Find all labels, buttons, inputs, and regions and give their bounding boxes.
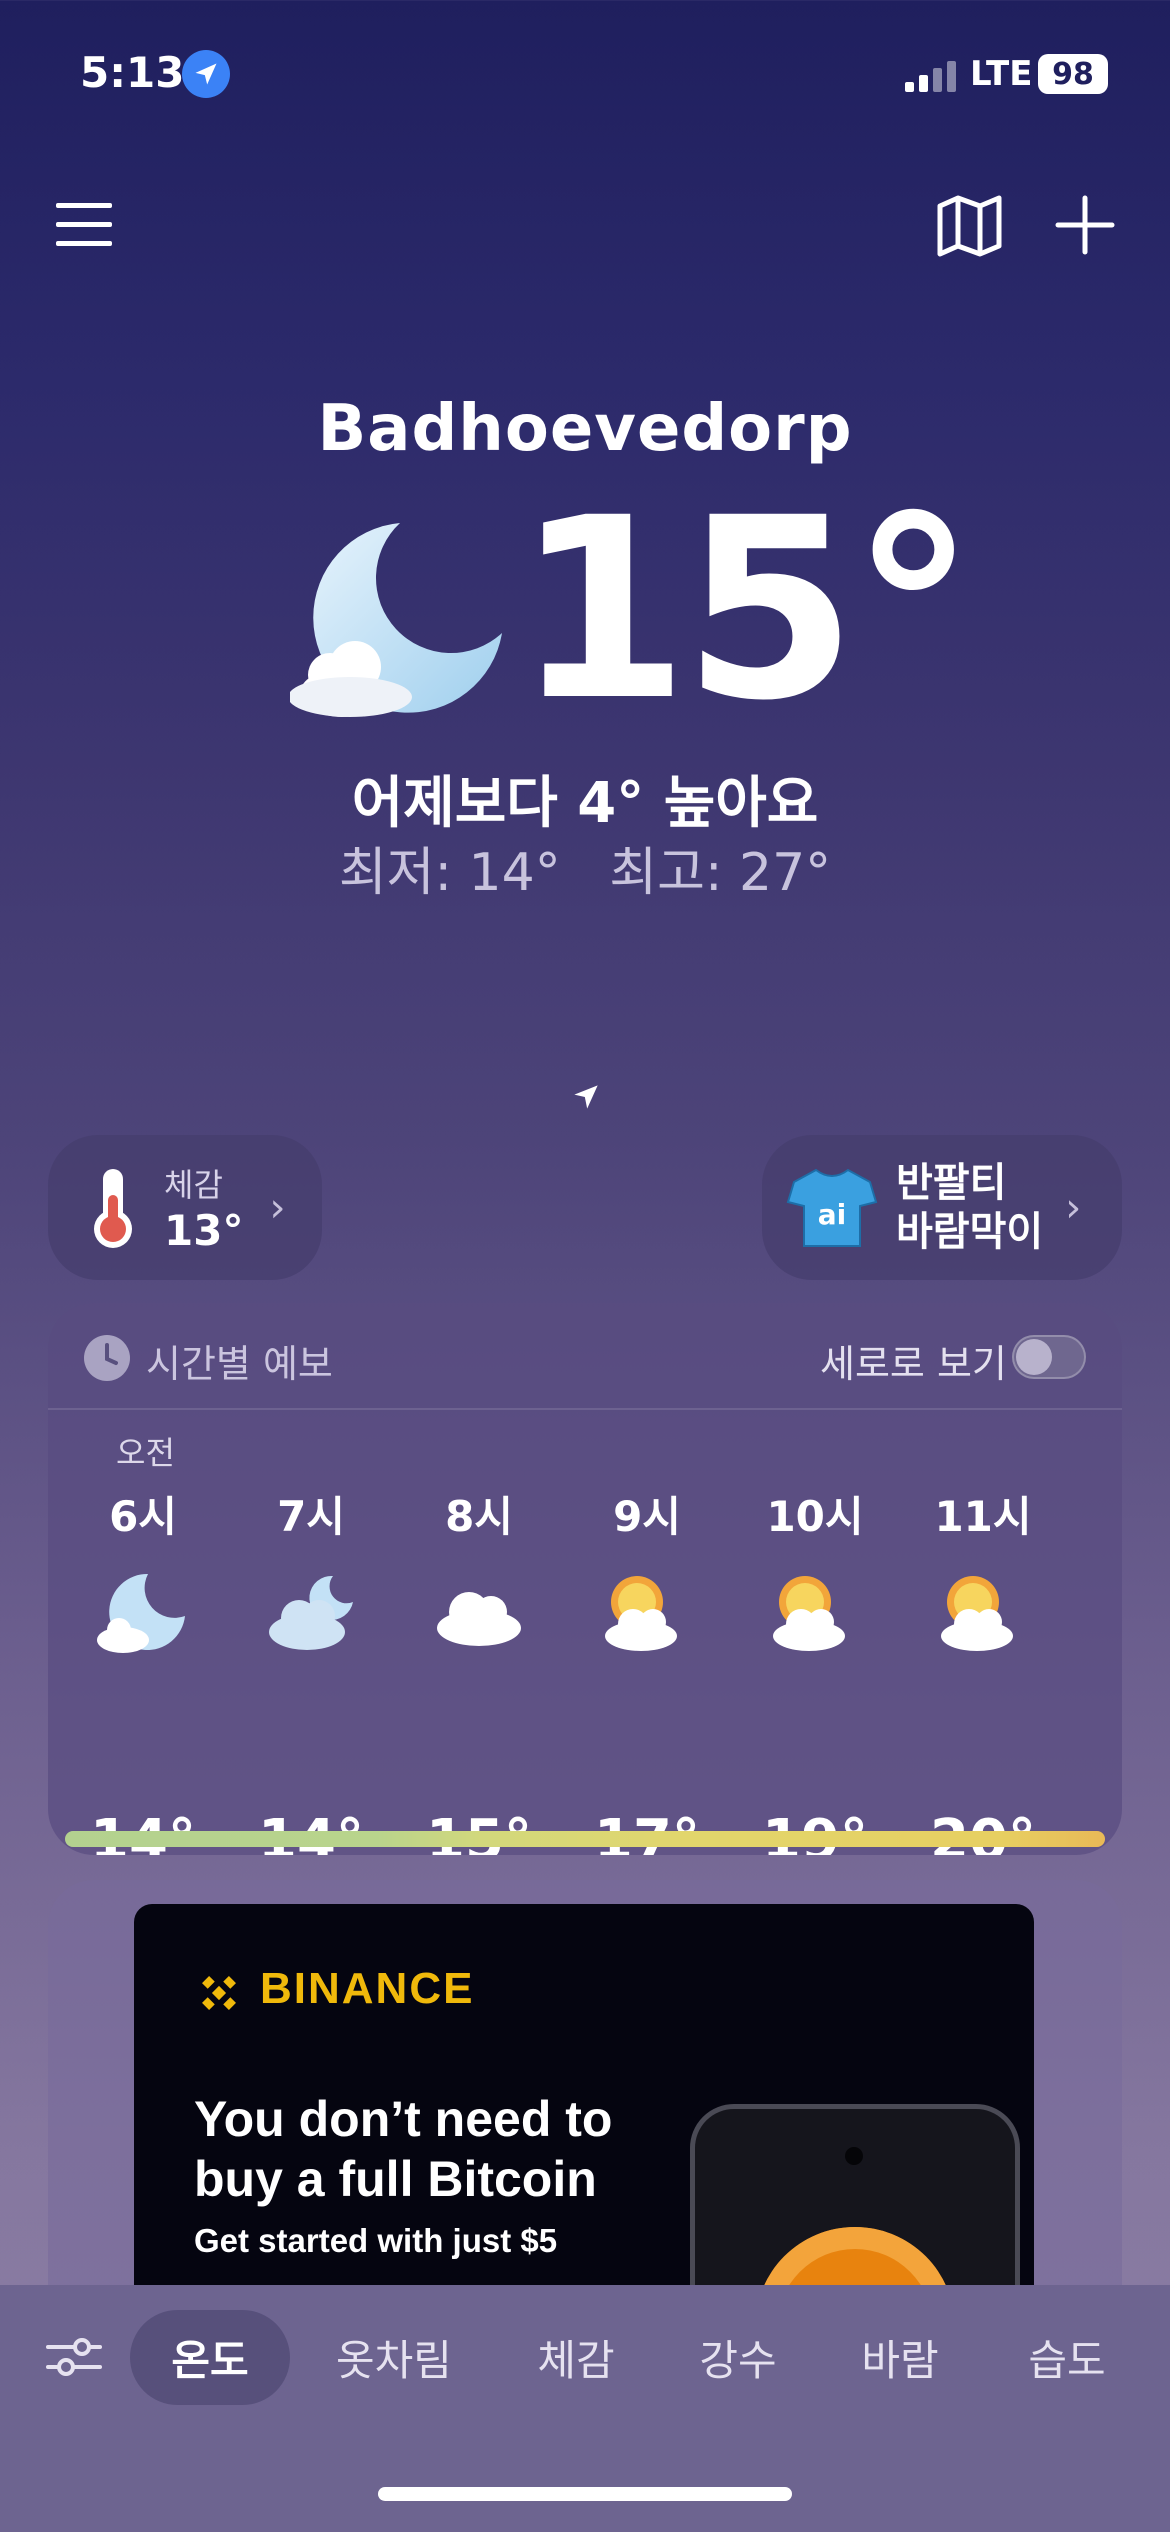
high-temperature: 최고: 27° (609, 843, 832, 903)
sun-cloud-icon (941, 1576, 1013, 1651)
feels-like-label: 체감 (164, 1166, 223, 1204)
map-button[interactable] (935, 190, 1005, 260)
location-arrow-icon (574, 1085, 598, 1109)
tshirt-icon: ai (786, 1168, 878, 1247)
tab-humidity[interactable]: 습도 (982, 2310, 1152, 2405)
yesterday-comparison: 어제보다 4° 높아요 (351, 771, 819, 836)
outfit-recommendation-chip[interactable]: ai 반팔티 바람막이 › (762, 1135, 1122, 1280)
outfit-line2: 바람막이 (896, 1208, 1044, 1255)
hour-label: 7시 (277, 1492, 345, 1541)
temperature-gradient-bar (65, 1831, 1105, 1847)
sun-cloud-icon (605, 1576, 677, 1651)
filter-settings-button[interactable] (42, 2325, 106, 2389)
hourly-forecast-card: 시간별 예보 세로로 보기 오전 6시14°7시14°8시15°9시17°10시… (48, 1303, 1122, 1855)
network-type: LTE (970, 54, 1033, 94)
battery-indicator: 98 (1038, 54, 1108, 94)
ad-headline-line1: You don’t need to (194, 2091, 613, 2147)
hour-label: 10시 (766, 1492, 864, 1541)
hourly-list[interactable]: 6시14°7시14°8시15°9시17°10시19°11시20° (48, 1303, 1122, 1855)
hour-label: 9시 (613, 1492, 681, 1541)
hour-item[interactable]: 8시15° (394, 1483, 564, 1855)
hamburger-icon (56, 203, 112, 246)
plus-icon (1055, 195, 1115, 255)
hour-label: 8시 (445, 1492, 513, 1541)
outfit-ai-badge: ai (818, 1198, 847, 1231)
tab-precipitation[interactable]: 강수 (658, 2310, 818, 2405)
tab-feels-like[interactable]: 체감 (491, 2310, 661, 2405)
current-temperature: 15° (515, 464, 976, 755)
cloud-icon (437, 1592, 521, 1646)
tab-temperature[interactable]: 온도 (130, 2310, 290, 2405)
sun-cloud-icon (773, 1576, 845, 1651)
hour-label: 11시 (934, 1492, 1032, 1541)
cloud-moon-icon (269, 1575, 353, 1650)
home-indicator[interactable] (378, 2487, 792, 2501)
feels-like-value: 13° (164, 1206, 244, 1255)
ad-headline: You don’t need to buy a full Bitcoin (194, 2089, 612, 2209)
city-name: Badhoevedorp (317, 392, 853, 466)
thermometer-icon (94, 1168, 132, 1248)
ad-brand: BINANCE (260, 1964, 475, 2013)
hour-item[interactable]: 6시14° (58, 1483, 228, 1855)
phone-camera (845, 2147, 863, 2165)
tab-outfit[interactable]: 옷차림 (292, 2310, 496, 2405)
binance-logo-icon (202, 1976, 236, 2010)
chevron-right-icon: › (269, 1184, 286, 1231)
hour-label: 6시 (109, 1492, 177, 1541)
cellular-signal-icon (905, 56, 956, 92)
moon-cloud-icon (97, 1573, 185, 1653)
hour-item[interactable]: 10시19° (730, 1483, 900, 1855)
ad-subline: Get started with just $5 (194, 2222, 558, 2259)
map-icon (937, 195, 1002, 257)
add-location-button[interactable] (1050, 190, 1120, 260)
low-temperature: 최저: 14° (338, 843, 561, 903)
menu-button[interactable] (50, 190, 120, 260)
hour-item[interactable]: 11시20° (898, 1483, 1068, 1855)
ad-headline-line2: buy a full Bitcoin (194, 2151, 597, 2207)
outfit-line1: 반팔티 (896, 1159, 1007, 1206)
min-max-temperature: 최저: 14° 최고: 27° (0, 830, 1170, 905)
hour-item[interactable]: 7시14° (226, 1483, 396, 1855)
moon-cloud-icon (290, 523, 502, 717)
chevron-right-icon: › (1065, 1184, 1082, 1231)
feels-like-chip[interactable]: 체감 13° › (48, 1135, 322, 1280)
tab-wind[interactable]: 바람 (820, 2310, 980, 2405)
location-services-icon (182, 50, 230, 98)
status-time: 5:13 (80, 48, 185, 97)
sliders-icon (46, 2338, 102, 2376)
hour-item[interactable]: 9시17° (562, 1483, 732, 1855)
